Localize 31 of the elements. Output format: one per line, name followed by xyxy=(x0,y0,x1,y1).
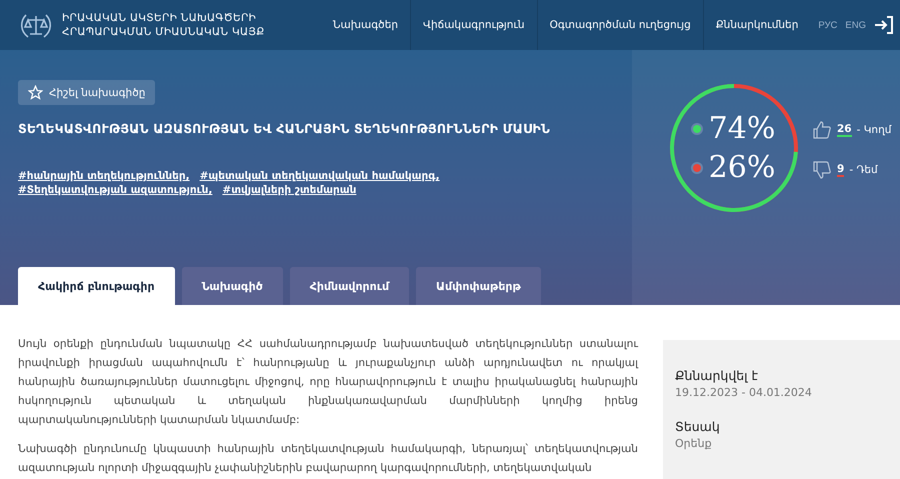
nav-link[interactable]: Նախագծեր xyxy=(320,0,410,50)
thumbs-down-icon[interactable] xyxy=(812,160,832,180)
hashtag-link[interactable]: #Տեղեկատվության ազատություն, xyxy=(18,184,212,196)
description-paragraph: Սույն օրենքի ընդունման նպատակը ՀՀ սահմանադրությամբ նախատեսված տեղեկություններ ստանալու իրավունքի իրացման ապահովումն է՝ հանրությանը և յուրաքանչյուր անձի արդյունավետ ու որակյալ հանրային ծառայություններ մատուցելու միջոցով, որը հնարավորություն է տալիս իրականացնել հանրային հսկողություն պետական և տեղական ինքնակառավարման մարմինների կողմից իրենց պարտականությունների կատարման նկատմամբ: xyxy=(18,337,638,428)
vote-label: - Դեմ xyxy=(849,164,878,176)
tab[interactable]: Նախագիծ xyxy=(182,267,283,305)
vote-count: 26 xyxy=(837,123,852,137)
info-value: 19.12.2023 - 04.01.2024 xyxy=(675,386,813,399)
star-icon xyxy=(28,85,43,100)
thumbs-up-icon[interactable] xyxy=(812,120,832,140)
hashtag-link[interactable]: #հանրային տեղեկություններ, xyxy=(18,170,190,182)
info-value: Օրենք xyxy=(675,437,713,450)
vote-percent: 74% xyxy=(708,111,776,146)
site-name: ԻՐԱՎԱԿԱՆ ԱԿՏԵՐԻ ՆԱԽԱԳԾԵՐԻ xyxy=(62,11,258,25)
vote-percent: 26% xyxy=(708,150,776,185)
language-link[interactable]: ENG xyxy=(845,20,866,30)
language-link[interactable]: РУС xyxy=(818,20,838,30)
tab[interactable]: Հակիրճ բնութագիր xyxy=(18,267,175,305)
site-name: ՀՐԱՊԱՐԱԿՄԱՆ ՄԻԱՍՆԱԿԱՆ ԿԱՅՔ xyxy=(62,25,264,39)
project-title: ՏԵՂԵԿԱՏՎՈՒԹՅԱՆ ԱԶԱՏՈՒԹՅԱՆ ԵՎ ՀԱՆՐԱՅԻՆ ՏԵՂԵԿՈՒԹՅՈՒՆՆԵՐԻ ՄԱՍԻՆ xyxy=(18,121,552,136)
bookmark-button[interactable]: Հիշել նախագիծը xyxy=(18,80,156,105)
vote-count: 9 xyxy=(837,163,844,177)
hashtag-link[interactable]: #տվյալների շտեմարան xyxy=(222,184,356,196)
info-label: Քննարկվել է xyxy=(675,368,759,383)
description-paragraph: Նախագծի ընդունումը կնպաստի հանրային տեղեկատվության համակարգի, ներառյալ՝ տեղեկատվության ազատության ոլորտի միջազգային չափանիշներին բավարարող կարգավորումների, տեղեկատվական xyxy=(18,442,638,476)
login-icon[interactable] xyxy=(874,16,894,34)
hashtag-link[interactable]: #պետական տեղեկատվական համակարգ, xyxy=(200,170,440,182)
tab[interactable]: Ամփոփաթերթ xyxy=(416,267,541,305)
vote-label: - Կողմ xyxy=(856,124,892,136)
info-label: Տեսակ xyxy=(675,419,721,434)
tab[interactable]: Հիմնավորում xyxy=(290,267,410,305)
